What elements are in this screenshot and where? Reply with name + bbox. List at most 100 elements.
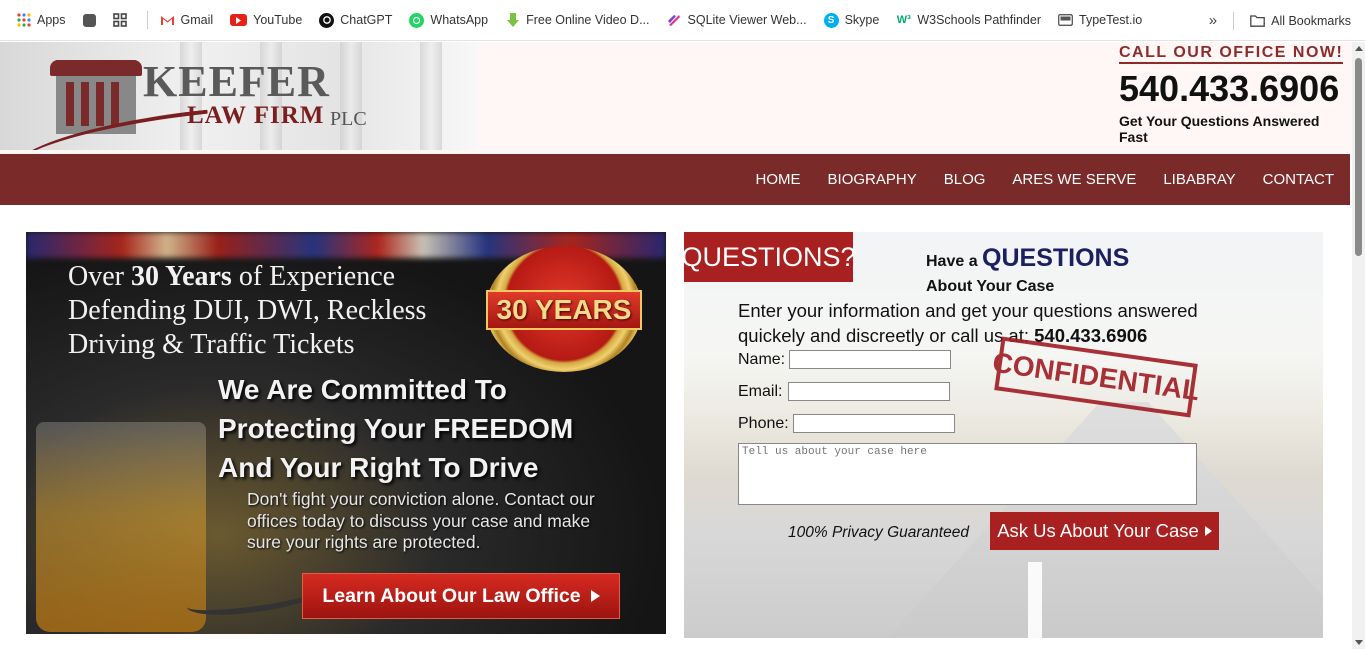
all-bookmarks-label: All Bookmarks [1271, 13, 1351, 28]
bookmark-label: SQLite Viewer Web... [687, 13, 807, 27]
nav-home[interactable]: HOME [756, 171, 801, 188]
header-phone-number[interactable]: 540.433.6906 [1119, 68, 1339, 110]
hero-commit-line2: Protecting Your FREEDOM [218, 413, 574, 444]
bookmark-label: Gmail [180, 13, 214, 27]
logo-subtitle: LAW FIRM [187, 102, 325, 129]
hero-experience-text: Over 30 Years of Experience Defending DU… [68, 260, 426, 362]
bookmark-video-downloader[interactable]: Free Online Video D... [505, 12, 650, 28]
bookmark-grid[interactable] [113, 13, 128, 28]
header-tagline: Get Your Questions Answered Fast [1119, 113, 1320, 145]
learn-about-office-button[interactable]: Learn About Our Law Office [302, 573, 620, 619]
form-heading: Have a QUESTIONS [926, 244, 1129, 273]
bookmarks-right: » All Bookmarks [1209, 0, 1351, 41]
bookmarks-bar: Apps Gmail YouTube ChatGPT WhatsApp Free… [0, 0, 1365, 41]
bookmark-label: YouTube [253, 13, 303, 27]
hero-line2: Defending DUI, DWI, Reckless [68, 295, 427, 326]
chatgpt-icon [319, 12, 335, 28]
learn-about-office-label: Learn About Our Law Office [322, 584, 581, 607]
hero-line1-bold: 30 Years [130, 261, 232, 292]
whiskey-glass-image [36, 422, 206, 632]
download-icon [505, 12, 520, 28]
nav-contact[interactable]: CONTACT [1263, 171, 1334, 188]
call-now-heading: CALL OUR OFFICE NOW! [1119, 44, 1344, 64]
ask-about-case-label: Ask Us About Your Case [997, 520, 1199, 541]
folder-icon [1250, 13, 1265, 28]
w3schools-icon: W³ [896, 14, 911, 26]
bookmark-separator [1233, 11, 1235, 30]
bookmark-typetest[interactable]: TypeTest.io [1058, 13, 1142, 28]
bookmark-chatgpt[interactable]: ChatGPT [319, 12, 393, 28]
logo-plc: PLC [330, 108, 367, 130]
hero-commit-line3: And Your Right To Drive [218, 452, 539, 483]
name-field[interactable] [789, 350, 952, 369]
email-field[interactable] [788, 382, 951, 401]
name-label: Name: [738, 350, 786, 368]
bookmark-label: ChatGPT [340, 13, 393, 27]
hero-commitment: We Are Committed To Protecting Your FREE… [218, 370, 573, 487]
gmail-icon [160, 13, 175, 28]
main-nav: HOME BIOGRAPHY BLOG ARES WE SERVE LIBABR… [0, 154, 1350, 205]
form-subheading: About Your Case [926, 278, 1055, 295]
logo-bg-column [340, 42, 362, 150]
chevron-more-icon[interactable]: » [1209, 12, 1217, 29]
email-label: Email: [738, 382, 783, 400]
youtube-icon [230, 14, 248, 26]
bookmark-label: Free Online Video D... [526, 13, 650, 27]
bookmark-label: WhatsApp [430, 13, 489, 27]
nav-biography[interactable]: BIOGRAPHY [828, 171, 917, 188]
phone-field[interactable] [792, 414, 955, 433]
nav-library[interactable]: LIBABRAY [1163, 171, 1235, 188]
form-heading-have: Have a [926, 253, 983, 270]
hero-commit-line1: We Are Committed To [218, 374, 507, 405]
hero-line1-pre: Over [68, 261, 131, 292]
ask-about-case-button[interactable]: Ask Us About Your Case [990, 512, 1219, 550]
bookmark-label: Apps [37, 13, 66, 27]
hero-body-text: Don't fight your conviction alone. Conta… [247, 489, 595, 552]
typetest-icon [1058, 13, 1073, 28]
square-icon [82, 13, 96, 27]
bookmark-apps[interactable]: Apps [16, 13, 66, 28]
nav-blog[interactable]: BLOG [944, 171, 986, 188]
form-intro: Enter your information and get your ques… [738, 298, 1238, 348]
bookmark-separator [146, 11, 148, 29]
site-header: KEEFER LAW FIRM PLC CALL OUR OFFICE NOW!… [0, 42, 1352, 154]
logo-bg-column [420, 42, 442, 150]
name-row: Name: [738, 350, 952, 369]
nav-areas-we-serve[interactable]: ARES WE SERVE [1012, 171, 1136, 188]
bookmark-label: Skype [844, 13, 880, 27]
privacy-note: 100% Privacy Guaranteed [788, 524, 969, 541]
scrollbar-thumb[interactable] [1355, 58, 1362, 256]
scroll-up-icon[interactable] [1355, 46, 1363, 51]
scroll-down-icon[interactable] [1355, 640, 1363, 645]
questions-form-panel: QUESTIONS? Have a QUESTIONS About Your C… [684, 232, 1323, 638]
apps-grid-icon [16, 13, 31, 28]
30-years-badge: 30 YEARS [486, 246, 642, 372]
logo-name: KEEFER [143, 57, 330, 106]
page-scrollbar[interactable] [1352, 42, 1365, 649]
grid-icon [113, 13, 128, 28]
email-row: Email: [738, 382, 951, 401]
phone-row: Phone: [738, 414, 955, 433]
questions-tag: QUESTIONS? [684, 232, 856, 282]
play-arrow-icon [1204, 526, 1212, 536]
form-heading-questions: QUESTIONS [982, 244, 1130, 272]
bookmark-skype[interactable]: S Skype [823, 12, 880, 28]
bookmark-label: W3Schools Pathfinder [917, 13, 1041, 27]
play-arrow-icon [590, 590, 600, 602]
bookmark-w3schools[interactable]: W³ W3Schools Pathfinder [896, 13, 1041, 28]
bookmark-label: TypeTest.io [1079, 13, 1143, 27]
hero-banner: Over 30 Years of Experience Defending DU… [26, 232, 666, 634]
skype-icon: S [823, 12, 839, 28]
bookmark-youtube[interactable]: YouTube [230, 13, 302, 27]
case-description-textarea[interactable] [738, 443, 1197, 505]
whatsapp-icon [409, 12, 425, 28]
all-bookmarks-button[interactable]: All Bookmarks [1250, 13, 1351, 28]
hero-line3: Driving & Traffic Tickets [68, 329, 355, 360]
hero-line1-post: of Experience [231, 261, 396, 292]
bookmark-whatsapp[interactable]: WhatsApp [409, 12, 489, 28]
phone-label: Phone: [738, 414, 789, 432]
bookmark-square[interactable] [82, 13, 96, 27]
logo[interactable]: KEEFER LAW FIRM PLC [0, 42, 478, 150]
bookmark-sqlite-viewer[interactable]: SQLite Viewer Web... [667, 13, 807, 28]
bookmark-gmail[interactable]: Gmail [160, 13, 214, 28]
